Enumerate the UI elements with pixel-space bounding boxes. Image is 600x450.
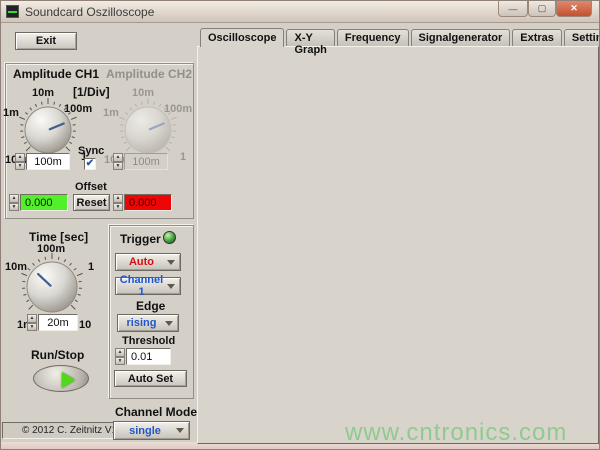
spin-up-icon[interactable]: ▲ — [115, 348, 125, 357]
window-title: Soundcard Oszilloscope — [25, 5, 154, 19]
spin-up-icon[interactable]: ▲ — [15, 153, 25, 162]
oscilloscope-tab-page — [197, 46, 599, 444]
amplitude-ch2-value: 100m — [124, 153, 168, 170]
chevron-down-icon — [176, 428, 184, 437]
chevron-down-icon — [167, 284, 175, 293]
channel-mode-value: single — [114, 425, 176, 437]
titlebar: Soundcard Oszilloscope — ▢ ✕ — [1, 1, 599, 23]
knob-scale-label: 1 — [180, 151, 186, 163]
trigger-source-value: Channel 1 — [116, 274, 167, 298]
spin-down-icon[interactable]: ▼ — [15, 162, 25, 171]
trigger-mode-dropdown[interactable]: Auto — [115, 253, 181, 271]
offset-label: Offset — [75, 181, 107, 193]
knob-scale-label: 1m — [3, 107, 19, 119]
knob-scale-label: 10 — [79, 319, 91, 331]
offset-ch2-value[interactable]: 0.000 — [124, 194, 172, 211]
maximize-button[interactable]: ▢ — [528, 1, 556, 17]
amplitude-ch2-title: Amplitude CH2 — [106, 67, 192, 81]
channel-mode-label: Channel Mode — [115, 405, 197, 419]
time-title: Time [sec] — [29, 230, 88, 244]
spin-up-icon[interactable]: ▲ — [9, 194, 19, 203]
run-stop-label: Run/Stop — [31, 348, 84, 362]
tab-extras[interactable]: Extras — [512, 29, 562, 46]
spin-down-icon[interactable]: ▼ — [9, 203, 19, 212]
play-icon — [62, 372, 83, 388]
sync-label: Sync — [78, 145, 104, 157]
sync-checkbox[interactable]: ✔ — [84, 158, 96, 170]
offset-ch1-value[interactable]: 0.000 — [20, 194, 68, 211]
app-window: Soundcard Oszilloscope — ▢ ✕ Exit Amplit… — [0, 0, 600, 450]
knob-scale-label: 1 — [88, 261, 94, 273]
app-icon — [6, 5, 19, 18]
tab-frequency[interactable]: Frequency — [337, 29, 409, 46]
run-stop-button[interactable] — [33, 365, 89, 392]
knob-scale-label: 10m — [132, 87, 154, 99]
tab-signalgenerator[interactable]: Signalgenerator — [411, 29, 511, 46]
spin-down-icon[interactable]: ▼ — [115, 357, 125, 366]
time-knob[interactable] — [14, 248, 90, 324]
time-spinner[interactable]: ▲▼ — [27, 314, 37, 331]
knob-scale-label: 10m — [5, 261, 27, 273]
spin-up-icon[interactable]: ▲ — [27, 314, 37, 323]
trigger-title: Trigger — [120, 232, 161, 246]
knob-scale-label: 1m — [103, 107, 119, 119]
amplitude-ch2-spinner: ▲▼ — [113, 153, 123, 170]
knob-scale-label: 100m — [37, 243, 65, 255]
amplitude-ch1-spinner[interactable]: ▲▼ — [15, 153, 25, 170]
channel-mode-dropdown[interactable]: single — [113, 421, 190, 440]
knob-scale-label: 100m — [64, 103, 92, 115]
chevron-down-icon — [167, 260, 175, 269]
minimize-button[interactable]: — — [498, 1, 528, 17]
knob-scale-label: 100m — [164, 103, 192, 115]
offset-ch2-spinner[interactable]: ▲▼ — [113, 194, 123, 211]
tab-bar: Oscilloscope X-Y Graph Frequency Signalg… — [200, 29, 600, 47]
chevron-down-icon — [165, 321, 173, 330]
threshold-spinner[interactable]: ▲▼ — [115, 348, 125, 365]
spin-up-icon[interactable]: ▲ — [113, 194, 123, 203]
spin-down-icon[interactable]: ▼ — [113, 203, 123, 212]
spin-down-icon: ▼ — [113, 162, 123, 171]
offset-ch1-spinner[interactable]: ▲▼ — [9, 194, 19, 211]
amplitude-ch1-value[interactable]: 100m — [26, 153, 70, 170]
trigger-source-dropdown[interactable]: Channel 1 — [115, 277, 181, 295]
auto-set-button[interactable]: Auto Set — [114, 370, 187, 387]
threshold-value[interactable]: 0.01 — [126, 348, 171, 365]
time-value[interactable]: 20m — [38, 314, 78, 331]
tab-oscilloscope[interactable]: Oscilloscope — [200, 28, 284, 47]
trigger-edge-value: rising — [118, 317, 165, 329]
knob-scale-label: 10m — [32, 87, 54, 99]
spin-down-icon[interactable]: ▼ — [27, 323, 37, 332]
spin-up-icon: ▲ — [113, 153, 123, 162]
close-button[interactable]: ✕ — [556, 1, 592, 17]
amplitude-ch1-title: Amplitude CH1 — [13, 67, 99, 81]
trigger-edge-dropdown[interactable]: rising — [117, 314, 179, 332]
exit-button[interactable]: Exit — [15, 32, 77, 50]
offset-reset-button[interactable]: Reset — [73, 194, 110, 211]
threshold-label: Threshold — [122, 335, 175, 347]
edge-label: Edge — [136, 299, 165, 313]
tab-settings[interactable]: Settings — [564, 29, 600, 46]
tab-xy-graph[interactable]: X-Y Graph — [286, 29, 334, 46]
trigger-led-icon — [163, 231, 176, 244]
trigger-mode-value: Auto — [116, 256, 167, 268]
